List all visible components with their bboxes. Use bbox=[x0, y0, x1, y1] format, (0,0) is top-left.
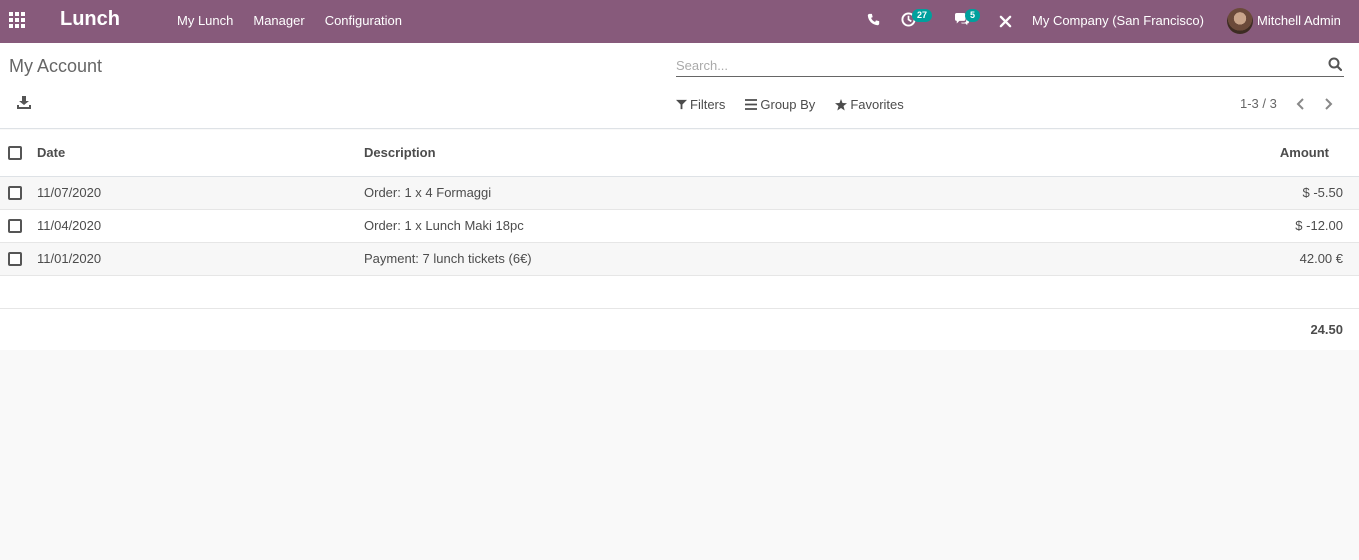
row-checkbox[interactable] bbox=[8, 252, 22, 266]
row-amount: $ -12.00 bbox=[1295, 218, 1343, 233]
table-row[interactable]: 11/01/2020 Payment: 7 lunch tickets (6€)… bbox=[0, 243, 1359, 276]
top-navbar: Lunch My Lunch Manager Configuration 27 … bbox=[0, 0, 1359, 43]
row-date: 11/01/2020 bbox=[37, 251, 102, 266]
menu-my-lunch[interactable]: My Lunch bbox=[177, 13, 233, 28]
list-view-table: Date Description Amount 11/07/2020 Order… bbox=[0, 130, 1359, 350]
filters-button[interactable]: Filters bbox=[676, 97, 725, 112]
pager-value[interactable]: 1-3 / 3 bbox=[1240, 96, 1277, 111]
app-brand[interactable]: Lunch bbox=[60, 8, 120, 31]
table-footer: 24.50 bbox=[0, 309, 1359, 350]
search-icon[interactable] bbox=[1328, 57, 1342, 71]
filters-label: Filters bbox=[690, 97, 726, 112]
row-checkbox[interactable] bbox=[8, 186, 22, 200]
menu-configuration[interactable]: Configuration bbox=[325, 13, 402, 28]
group-by-button[interactable]: Group By bbox=[745, 97, 815, 112]
filter-icon bbox=[676, 99, 687, 110]
download-icon[interactable] bbox=[17, 95, 31, 109]
row-date: 11/04/2020 bbox=[37, 218, 102, 233]
table-row[interactable]: 11/07/2020 Order: 1 x 4 Formaggi $ -5.50 bbox=[0, 177, 1359, 210]
debug-tools-icon[interactable] bbox=[999, 15, 1012, 28]
activity-count-badge: 27 bbox=[912, 9, 933, 22]
menu-manager[interactable]: Manager bbox=[253, 13, 304, 28]
pager-previous-icon[interactable] bbox=[1295, 97, 1307, 111]
row-date: 11/07/2020 bbox=[37, 185, 102, 200]
search-bar bbox=[676, 53, 1344, 77]
control-panel: My Account Filters Group By Favorites 1-… bbox=[0, 43, 1359, 129]
favorites-button[interactable]: Favorites bbox=[835, 97, 904, 112]
breadcrumb: My Account bbox=[9, 56, 103, 76]
column-header-amount[interactable]: Amount bbox=[1280, 145, 1329, 160]
user-avatar[interactable] bbox=[1227, 8, 1253, 34]
row-checkbox[interactable] bbox=[8, 219, 22, 233]
row-amount: 42.00 € bbox=[1299, 251, 1343, 266]
group-by-label: Group By bbox=[760, 97, 816, 112]
search-options: Filters Group By Favorites bbox=[676, 97, 904, 112]
row-description: Payment: 7 lunch tickets (6€) bbox=[364, 251, 532, 266]
row-description: Order: 1 x 4 Formaggi bbox=[364, 185, 492, 200]
apps-menu-icon[interactable] bbox=[9, 12, 27, 28]
column-header-date[interactable]: Date bbox=[37, 145, 65, 160]
column-header-description[interactable]: Description bbox=[364, 145, 436, 160]
phone-icon[interactable] bbox=[867, 13, 880, 26]
favorites-label: Favorites bbox=[850, 97, 904, 112]
pager-next-icon[interactable] bbox=[1322, 97, 1334, 111]
row-amount: $ -5.50 bbox=[1302, 185, 1343, 200]
main-menu: My Lunch Manager Configuration bbox=[177, 13, 402, 28]
messages-count-badge: 5 bbox=[965, 9, 981, 22]
table-header-row: Date Description Amount bbox=[0, 130, 1359, 177]
user-menu[interactable]: Mitchell Admin bbox=[1257, 13, 1341, 28]
company-switcher[interactable]: My Company (San Francisco) bbox=[1032, 13, 1204, 28]
amount-total: 24.50 bbox=[1310, 322, 1343, 337]
select-all-checkbox[interactable] bbox=[8, 146, 22, 160]
search-input[interactable] bbox=[676, 55, 1316, 75]
empty-row bbox=[0, 276, 1359, 309]
table-row[interactable]: 11/04/2020 Order: 1 x Lunch Maki 18pc $ … bbox=[0, 210, 1359, 243]
star-icon bbox=[835, 98, 848, 110]
row-description: Order: 1 x Lunch Maki 18pc bbox=[364, 218, 524, 233]
group-by-icon bbox=[745, 99, 758, 110]
